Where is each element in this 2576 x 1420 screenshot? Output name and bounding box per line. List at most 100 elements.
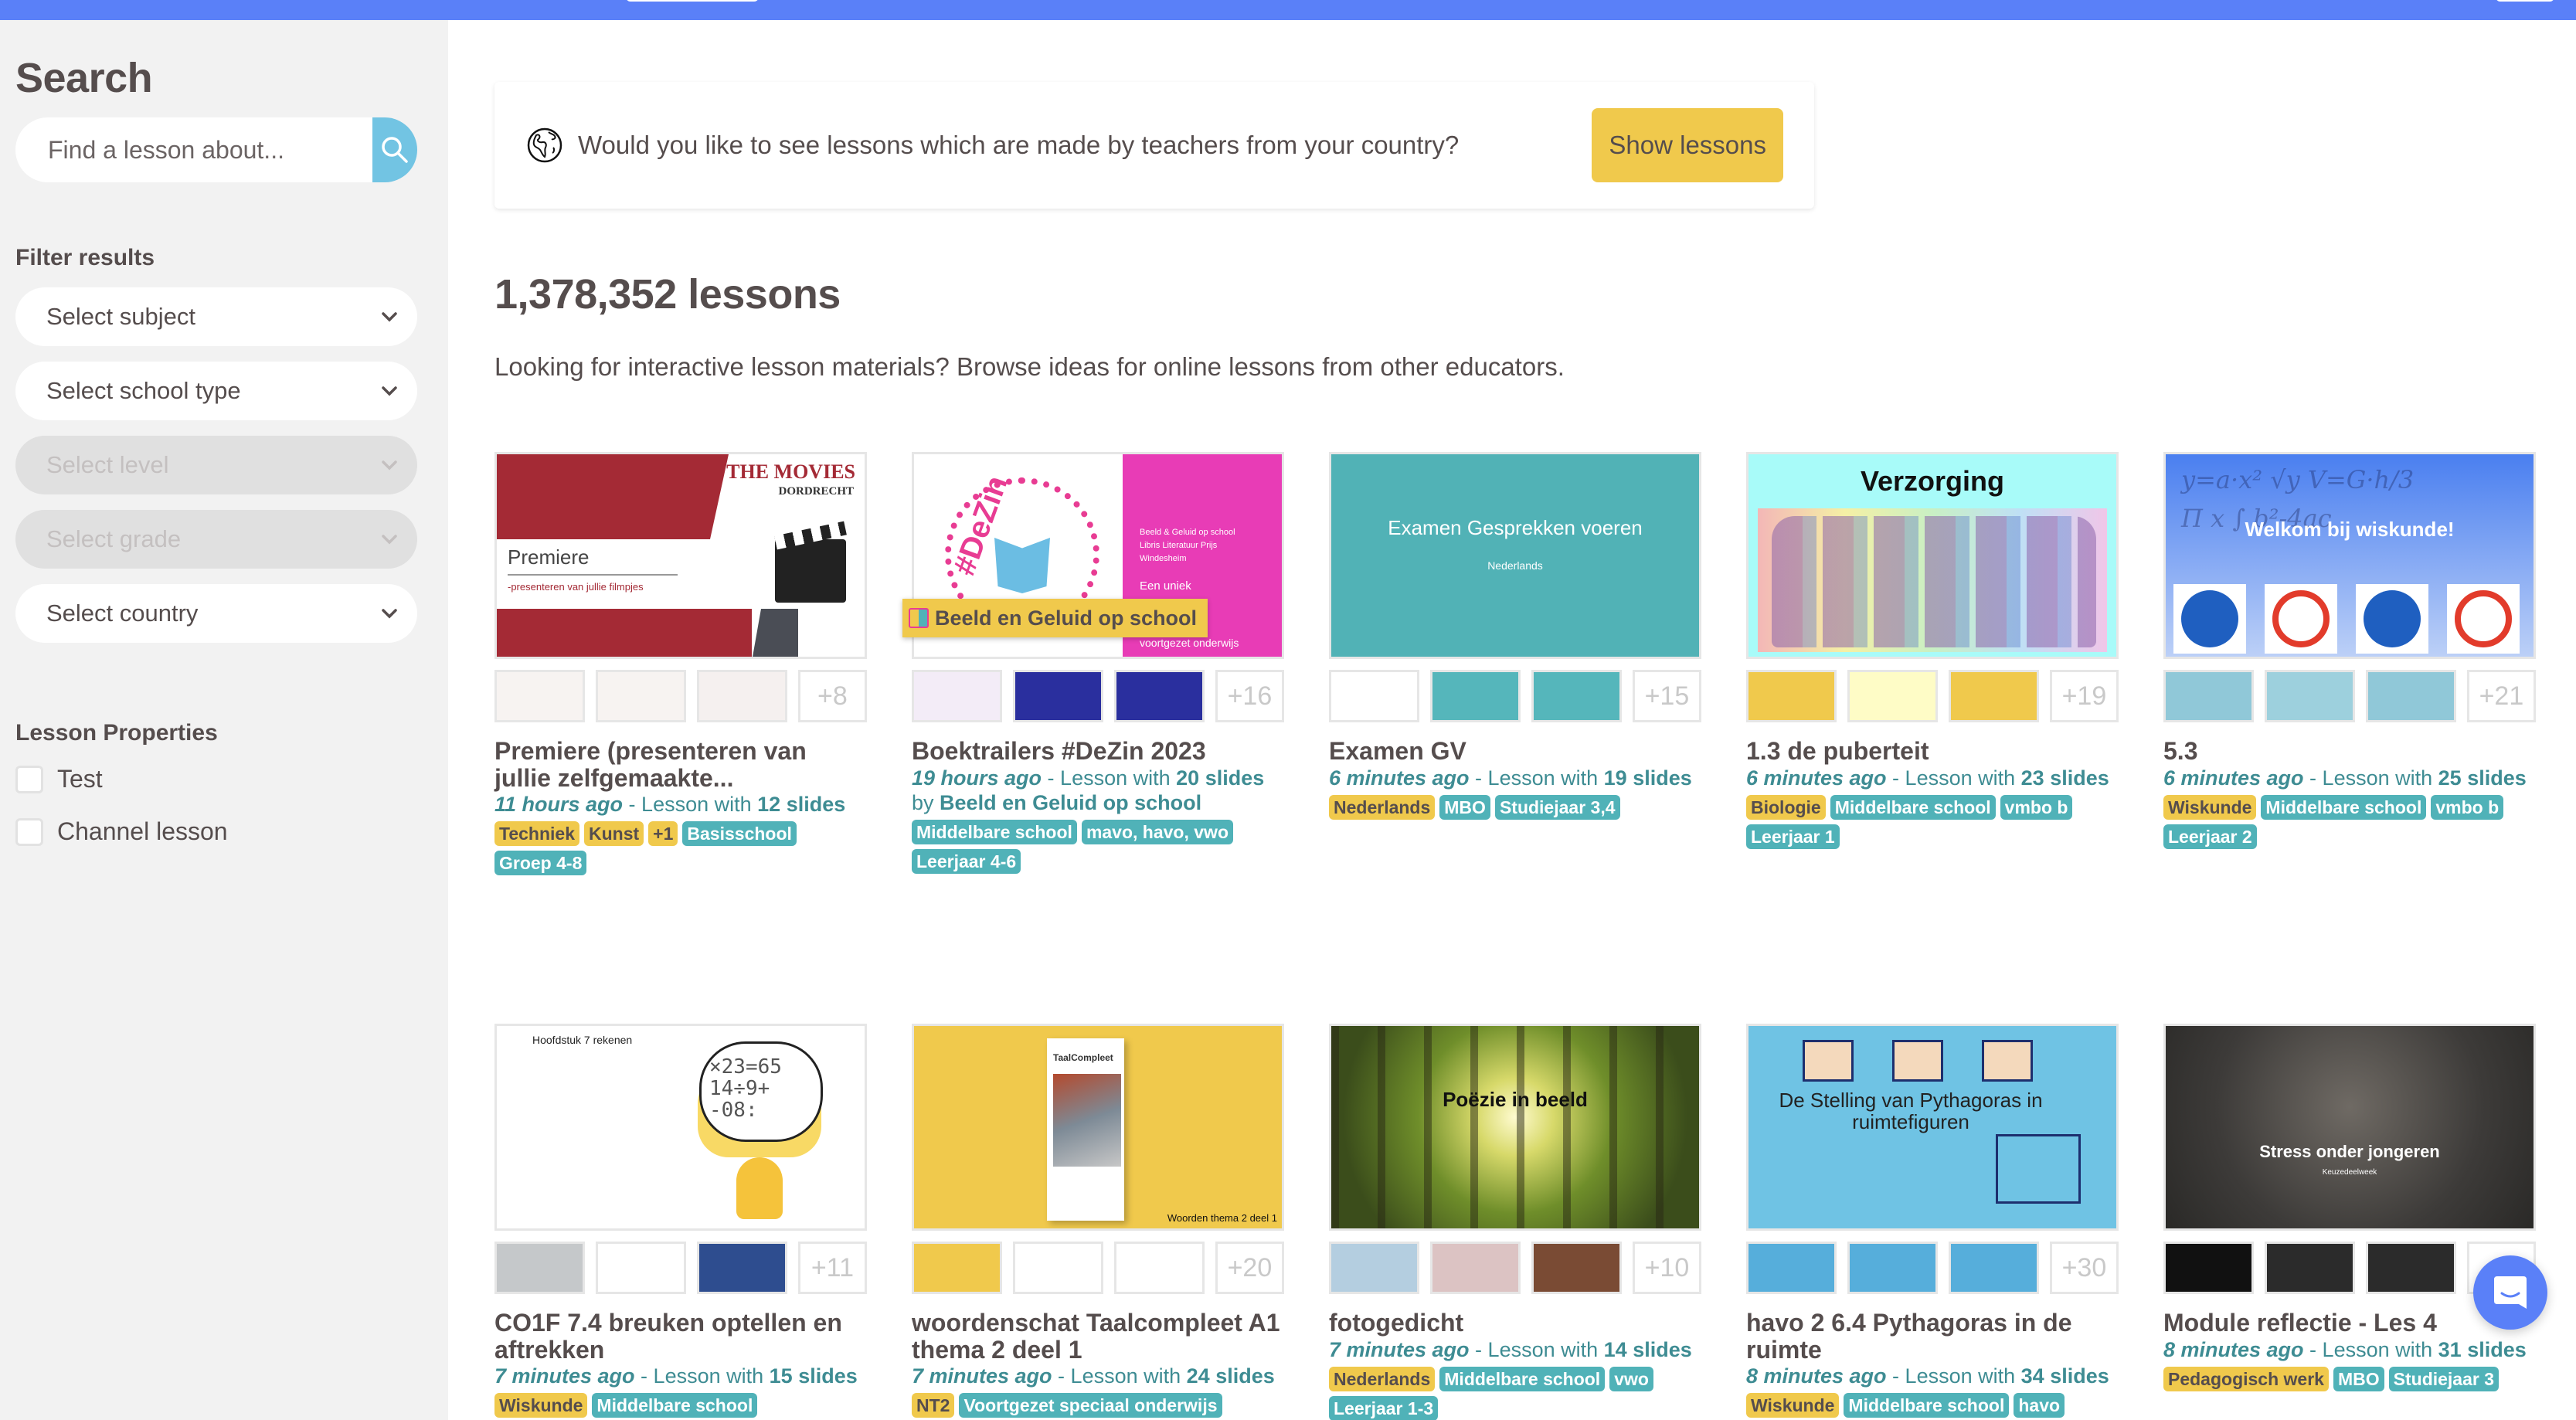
slide-thumbnail[interactable]: [1847, 670, 1938, 722]
slide-thumbnail[interactable]: [696, 1242, 787, 1294]
lesson-title[interactable]: CO1F 7.4 breuken optellen en aftrekken: [494, 1310, 867, 1364]
level-tag[interactable]: Studiejaar 3: [2388, 1367, 2500, 1391]
slide-thumbnail[interactable]: [595, 1242, 686, 1294]
subject-tag[interactable]: Kunst: [584, 821, 644, 846]
subject-tag[interactable]: Techniek: [494, 821, 579, 846]
level-tag[interactable]: Middelbare school: [1439, 1367, 1606, 1391]
slide-thumbnail[interactable]: [1847, 1242, 1938, 1294]
level-tag[interactable]: Leerjaar 1: [1746, 824, 1840, 849]
subject-tag[interactable]: Wiskunde: [1746, 1393, 1840, 1418]
slide-thumbnail[interactable]: [1746, 670, 1837, 722]
slide-thumbnail[interactable]: [2264, 670, 2355, 722]
lesson-cover-image[interactable]: Hoofdstuk 7 rekenen ×23=65 14÷9+ -08:: [494, 1024, 867, 1231]
level-tag[interactable]: MBO: [1439, 795, 1490, 820]
slide-thumbnail[interactable]: [1113, 1242, 1205, 1294]
level-tag[interactable]: Leerjaar 1-3: [1329, 1396, 1439, 1420]
more-slides-count[interactable]: +8: [797, 670, 868, 722]
slide-thumbnail[interactable]: [1329, 1242, 1419, 1294]
level-tag[interactable]: Middelbare school: [1830, 795, 1996, 820]
author-badge[interactable]: Beeld en Geluid op school: [902, 599, 1208, 637]
slide-thumbnail[interactable]: [2365, 1242, 2456, 1294]
level-tag[interactable]: Middelbare school: [1844, 1393, 2010, 1418]
level-tag[interactable]: Voortgezet speciaal onderwijs: [959, 1393, 1222, 1418]
slide-thumbnail[interactable]: [912, 1242, 1002, 1294]
checkbox-test-row[interactable]: Test: [15, 765, 103, 793]
slide-thumbnail[interactable]: [1948, 1242, 2039, 1294]
subject-tag[interactable]: Pedagogisch werk: [2163, 1367, 2329, 1391]
lesson-title[interactable]: Boektrailers #DeZin 2023: [912, 738, 1284, 765]
slide-thumbnail[interactable]: [1012, 670, 1103, 722]
slide-thumbnail[interactable]: [696, 670, 787, 722]
level-tag[interactable]: Groep 4-8: [494, 851, 587, 875]
level-tag[interactable]: Basisschool: [682, 821, 797, 846]
checkbox-channel-lesson-row[interactable]: Channel lesson: [15, 817, 228, 846]
lesson-title[interactable]: fotogedicht: [1329, 1310, 1701, 1337]
nav-user-menu-edge[interactable]: [2496, 0, 2554, 2]
lesson-cover-image[interactable]: Stress onder jongeren Keuzedeelweek: [2163, 1024, 2536, 1231]
lesson-author-link[interactable]: Beeld en Geluid op school: [940, 791, 1201, 814]
subject-tag[interactable]: Nederlands: [1329, 795, 1436, 820]
level-tag[interactable]: Leerjaar 4-6: [912, 849, 1021, 874]
slide-thumbnail[interactable]: [2163, 1242, 2254, 1294]
lesson-title[interactable]: 1.3 de puberteit: [1746, 738, 2119, 765]
subject-tag[interactable]: Nederlands: [1329, 1367, 1436, 1391]
show-lessons-button[interactable]: Show lessons: [1592, 108, 1783, 182]
slide-thumbnail[interactable]: [1429, 670, 1521, 722]
slide-thumbnail[interactable]: [1113, 670, 1205, 722]
lesson-cover-image[interactable]: Poëzie in beeld: [1329, 1024, 1701, 1231]
lesson-title[interactable]: woordenschat Taalcompleet A1 thema 2 dee…: [912, 1310, 1284, 1364]
level-tag[interactable]: Leerjaar 2: [2163, 824, 2257, 849]
level-tag[interactable]: vmbo b: [2431, 795, 2504, 820]
slide-thumbnail[interactable]: [2264, 1242, 2355, 1294]
slide-thumbnail[interactable]: [2163, 670, 2254, 722]
more-slides-count[interactable]: +16: [1215, 670, 1285, 722]
more-slides-count[interactable]: +19: [2049, 670, 2119, 722]
level-tag[interactable]: Studiejaar 3,4: [1494, 795, 1620, 820]
slide-thumbnail[interactable]: [1012, 1242, 1103, 1294]
lesson-title[interactable]: havo 2 6.4 Pythagoras in de ruimte: [1746, 1310, 2119, 1364]
level-tag[interactable]: MBO: [2333, 1367, 2384, 1391]
slide-thumbnail[interactable]: [595, 670, 686, 722]
select-subject[interactable]: Select subject: [15, 287, 417, 346]
slide-thumbnail[interactable]: [1531, 670, 1622, 722]
level-tag[interactable]: mavo, havo, vwo: [1081, 820, 1233, 844]
slide-thumbnail[interactable]: [1948, 670, 2039, 722]
search-button[interactable]: [372, 117, 417, 182]
lesson-cover-image[interactable]: Examen Gesprekken voeren Nederlands: [1329, 452, 1701, 659]
lesson-title[interactable]: Premiere (presenteren van jullie zelfgem…: [494, 738, 867, 792]
slide-thumbnail[interactable]: [1329, 670, 1419, 722]
lesson-cover-image[interactable]: TaalCompleet Woorden thema 2 deel 1: [912, 1024, 1284, 1231]
subject-tag[interactable]: Wiskunde: [2163, 795, 2257, 820]
subject-tag[interactable]: NT2: [912, 1393, 955, 1418]
chat-support-button[interactable]: [2473, 1255, 2547, 1330]
slide-thumbnail[interactable]: [1746, 1242, 1837, 1294]
nav-tab-active-indicator[interactable]: [626, 0, 759, 2]
level-tag[interactable]: Middelbare school: [912, 820, 1077, 844]
slide-thumbnail[interactable]: [2365, 670, 2456, 722]
search-input[interactable]: [15, 117, 372, 182]
checkbox-test[interactable]: [15, 765, 43, 793]
lesson-cover-image[interactable]: De Stelling van Pythagoras in ruimtefigu…: [1746, 1024, 2119, 1231]
subject-tag[interactable]: +1: [648, 821, 678, 846]
level-tag[interactable]: vmbo b: [2000, 795, 2073, 820]
subject-tag[interactable]: Biologie: [1746, 795, 1826, 820]
lesson-title[interactable]: Examen GV: [1329, 738, 1701, 765]
lesson-cover-image[interactable]: THE MOVIES DORDRECHT Premiere -presenter…: [494, 452, 867, 659]
slide-thumbnail[interactable]: [1531, 1242, 1622, 1294]
more-slides-count[interactable]: +10: [1632, 1242, 1702, 1294]
select-school-type[interactable]: Select school type: [15, 362, 417, 420]
more-slides-count[interactable]: +20: [1215, 1242, 1285, 1294]
checkbox-channel-lesson[interactable]: [15, 817, 43, 846]
slide-thumbnail[interactable]: [912, 670, 1002, 722]
subject-tag[interactable]: Wiskunde: [494, 1393, 588, 1418]
level-tag[interactable]: havo: [2014, 1393, 2065, 1418]
level-tag[interactable]: vwo: [1609, 1367, 1653, 1391]
slide-thumbnail[interactable]: [494, 670, 585, 722]
more-slides-count[interactable]: +21: [2466, 670, 2537, 722]
lesson-cover-image[interactable]: y=a·x² √y V=G·h/3 Π x ∫ b²-4ac Welkom bij…: [2163, 452, 2536, 659]
slide-thumbnail[interactable]: [1429, 1242, 1521, 1294]
more-slides-count[interactable]: +11: [797, 1242, 868, 1294]
more-slides-count[interactable]: +15: [1632, 670, 1702, 722]
level-tag[interactable]: Middelbare school: [592, 1393, 758, 1418]
more-slides-count[interactable]: +30: [2049, 1242, 2119, 1294]
